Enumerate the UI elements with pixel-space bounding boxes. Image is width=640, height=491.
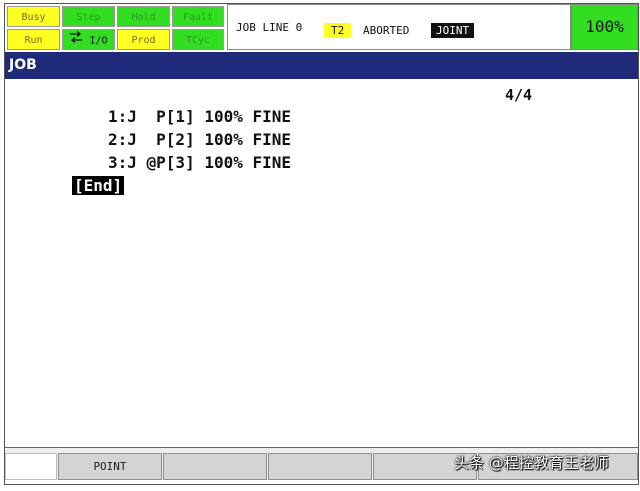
speed-override: 100%: [571, 4, 638, 50]
status-io: I/O: [62, 29, 115, 50]
coord-system-badge: JOINT: [431, 23, 475, 38]
status-prod: Prod: [117, 29, 170, 50]
screen-title: JOB: [5, 52, 638, 79]
io-arrows-icon: [69, 30, 83, 51]
mode-badge: T2: [324, 23, 352, 38]
end-marker[interactable]: [End]: [72, 176, 125, 195]
status-hold: Hold: [117, 6, 170, 27]
status-run: Run: [7, 29, 60, 50]
point-button[interactable]: POINT: [58, 453, 162, 480]
teach-pendant-screen: Busy Step Hold Fault Run I/O Prod TCyc J…: [0, 0, 640, 491]
program-line[interactable]: 3:J @P[3] 100% FINE: [108, 153, 291, 172]
watermark: 头条 @程控教育王老师: [454, 454, 609, 472]
program-line[interactable]: 2:J P[2] 100% FINE: [108, 130, 291, 149]
status-busy: Busy: [7, 6, 60, 27]
program-listing[interactable]: 4/4 1:J P[1] 100% FINE 2:J P[2] 100% FIN…: [5, 80, 638, 447]
job-line-panel: JOB LINE 0 T2 ABORTED JOINT: [227, 4, 571, 50]
program-line[interactable]: 1:J P[1] 100% FINE: [108, 107, 291, 126]
status-io-label: I/O: [89, 35, 108, 47]
function-key-f2[interactable]: [163, 453, 267, 480]
status-fault: Fault: [172, 6, 224, 27]
status-tcyc: TCyc: [172, 29, 224, 50]
function-key-f3[interactable]: [268, 453, 372, 480]
line-position: 4/4: [505, 86, 533, 104]
program-state: ABORTED: [363, 24, 410, 37]
job-line-label: JOB LINE 0: [236, 21, 303, 34]
function-key-f0[interactable]: [5, 453, 57, 480]
pendant-frame: Busy Step Hold Fault Run I/O Prod TCyc J…: [4, 3, 639, 485]
status-step: Step: [62, 6, 115, 27]
